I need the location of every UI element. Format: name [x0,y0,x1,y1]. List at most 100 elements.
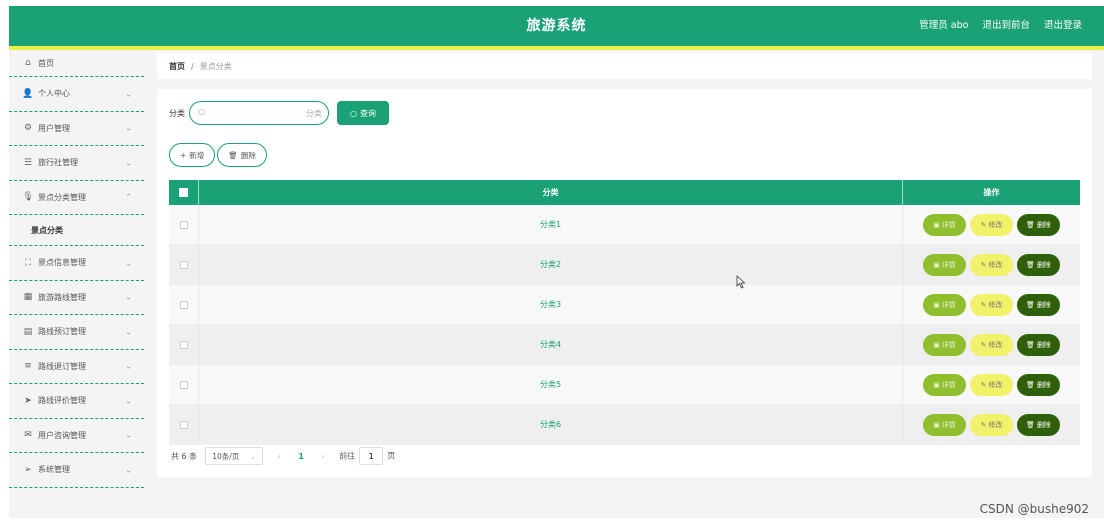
search-input[interactable] [210,105,322,121]
row-checkbox[interactable] [179,380,188,389]
content-panel: 分类 ○ ○ 查询 + 新增 🗑 删除 [157,89,1092,477]
edit-button[interactable]: ✎ 修改 [970,253,1013,276]
detail-button[interactable]: ▣ 详情 [923,253,966,276]
table-row: 分类3 ▣ 详情 ✎ 修改 🗑 删除 [169,285,1080,325]
delete-button[interactable]: 🗑 删除 [1017,213,1060,236]
top-header: 旅游系统 管理员 abo 退出到前台 退出登录 [9,6,1104,46]
edit-label: 修改 [988,260,1003,269]
sidebar-item[interactable]: ➢ 系统管理 ⌄ [9,453,144,488]
edit-button[interactable]: ✎ 修改 [970,413,1013,436]
chevron-down-icon: ⌄ [125,292,132,302]
category-table: 分类 操作 分类1 ▣ 详情 ✎ 修改 🗑 删除 分类2 ▣ 详情 ✎ 修改 🗑 删除 分类3 ▣ 详情 ✎ 修改 🗑… [169,180,1080,445]
pencil-icon: ✎ [980,300,987,309]
delete-button[interactable]: 🗑 删除 [1017,253,1060,276]
send-icon: ➤ [24,395,32,406]
row-checkbox[interactable] [179,420,188,429]
sidebar-item[interactable]: ▦ 旅游路线管理 ⌄ [9,281,144,315]
current-page[interactable]: 1 [295,452,307,461]
chevron-down-icon: ⌄ [125,465,132,475]
page-size-select[interactable]: 10条/页 ⌄ [205,447,264,465]
sidebar-item[interactable]: ☰ 旅行社管理 ⌄ [9,146,144,181]
fullscreen-icon: ⛶ [24,257,32,268]
watermark: CSDN @bushe902 [979,502,1089,516]
row-check-cell [169,365,199,404]
sidebar-item[interactable]: ➤ 路线评价管理 ⌄ [9,384,144,419]
mouse-cursor-icon [736,275,746,289]
trash-icon: 🗑 [1026,340,1035,349]
add-button[interactable]: + 新增 [169,143,216,167]
trash-icon: 🗑 [1026,300,1035,309]
select-all-checkbox[interactable] [179,188,188,197]
chat-icon: ✉ [24,430,32,441]
delete-label: 删除 [1036,220,1051,229]
detail-icon: ▣ [933,300,940,309]
sidebar-item-label: 用户咨询管理 [38,430,86,440]
sidebar-item-label: 系统管理 [38,465,70,475]
detail-button[interactable]: ▣ 详情 [923,413,966,436]
edit-button[interactable]: ✎ 修改 [970,293,1013,316]
detail-button[interactable]: ▣ 详情 [923,333,966,356]
prev-page-button[interactable]: ‹ [271,452,287,461]
detail-icon: ▣ [933,380,940,389]
delete-label: 删除 [1036,260,1051,269]
delete-button[interactable]: 🗑 删除 [1017,333,1060,356]
header-accent-line [9,46,1104,50]
detail-button[interactable]: ▣ 详情 [923,213,966,236]
sidebar-item[interactable]: ⌂ 首页 [9,50,144,77]
sidebar-subitem[interactable]: 景点分类 [9,215,144,246]
next-page-button[interactable]: › [315,452,331,461]
pencil-icon: ✎ [980,260,987,269]
delete-button[interactable]: 🗑 删除 [1017,293,1060,316]
sidebar-item[interactable]: ⚙ 用户管理 ⌄ [9,112,144,146]
sidebar-item[interactable]: ⛶ 景点信息管理 ⌄ [9,246,144,281]
row-checkbox[interactable] [179,300,188,309]
ops-cell: ▣ 详情 ✎ 修改 🗑 删除 [903,285,1080,324]
trash-icon: 🗑 [1026,380,1035,389]
delete-button[interactable]: 🗑 删除 [1017,373,1060,396]
delete-button[interactable]: 🗑 删除 [1017,413,1060,436]
search-icon: ○ [350,108,357,118]
sidebar-item[interactable]: 👤 个人中心 ⌄ [9,77,144,112]
sidebar-item-label: 用户管理 [38,123,70,133]
row-check-cell [169,325,199,364]
header-ops: 操作 [983,188,1000,197]
header-category: 分类 [199,180,903,205]
table-row: 分类4 ▣ 详情 ✎ 修改 🗑 删除 [169,325,1080,365]
edit-button[interactable]: ✎ 修改 [970,373,1013,396]
row-checkbox[interactable] [179,340,188,349]
ops-cell: ▣ 详情 ✎ 修改 🗑 删除 [903,365,1080,404]
edit-button[interactable]: ✎ 修改 [970,213,1013,236]
query-button[interactable]: ○ 查询 [337,101,389,125]
sidebar-item[interactable]: ✉ 用户咨询管理 ⌄ [9,419,144,453]
back-to-front-link[interactable]: 退出到前台 [982,6,1030,46]
mic-icon: 🎙 [22,192,34,203]
sidebar-item-label: 首页 [38,58,54,68]
breadcrumb-home[interactable]: 首页 [169,61,185,72]
goto-input[interactable] [359,447,384,465]
pencil-icon: ✎ [980,340,987,349]
search-box[interactable]: ○ [189,101,329,125]
ops-cell: ▣ 详情 ✎ 修改 🗑 删除 [903,325,1080,364]
row-checkbox[interactable] [179,260,188,269]
edit-button[interactable]: ✎ 修改 [970,333,1013,356]
row-check-cell [169,405,199,444]
sidebar-item-label: 路线预订管理 [38,327,86,337]
row-check-cell [169,285,199,324]
sidebar-item[interactable]: ▤ 路线预订管理 ⌄ [9,315,144,350]
table-row: 分类1 ▣ 详情 ✎ 修改 🗑 删除 [169,205,1080,245]
batch-delete-button[interactable]: 🗑 删除 [217,143,267,167]
goto-label: 前往 [339,451,356,461]
detail-button[interactable]: ▣ 详情 [923,293,966,316]
detail-button[interactable]: ▣ 详情 [923,373,966,396]
sidebar-item-label: 景点信息管理 [38,258,86,268]
row-checkbox[interactable] [179,220,188,229]
sidebar-item[interactable]: ≡ 路线退订管理 ⌄ [9,350,144,384]
header-actions: 管理员 abo 退出到前台 退出登录 [919,6,1082,46]
clipboard-icon: ▤ [23,326,33,337]
detail-label: 详情 [941,420,956,429]
logout-link[interactable]: 退出登录 [1044,6,1082,46]
detail-label: 详情 [941,340,956,349]
sidebar-item[interactable]: 🎙 景点分类管理 ⌃ [9,181,144,215]
chevron-up-icon: ⌃ [125,192,132,202]
category-cell: 分类2 [199,245,903,284]
